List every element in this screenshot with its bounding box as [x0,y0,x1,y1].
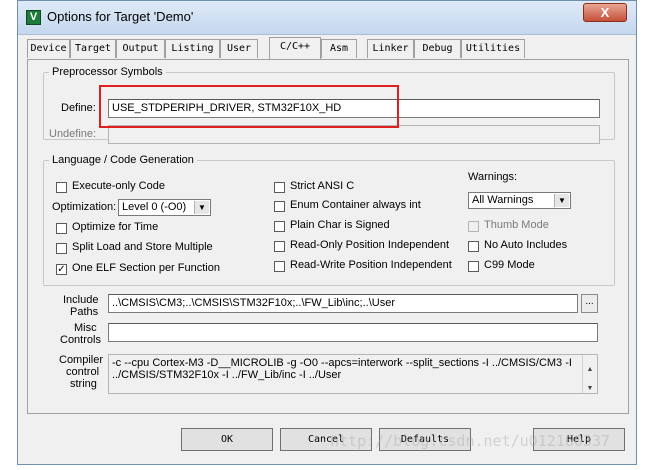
tab-c-cpp[interactable]: C/C++ [269,37,321,59]
tab-user[interactable]: User [220,39,258,58]
title-bar[interactable]: V Options for Target 'Demo' X [18,1,636,35]
options-dialog: V Options for Target 'Demo' X Device Tar… [17,0,637,465]
chevron-down-icon: ▼ [554,194,569,207]
compiler-line-2: ../CMSIS/STM32F10x -I ../FW_Lib/inc -I .… [112,369,342,381]
ro-pi-checkbox[interactable] [274,241,285,252]
compiler-scrollbar[interactable]: ▲ ▼ [582,355,597,393]
cancel-button[interactable]: Cancel [280,428,372,451]
split-load-checkbox[interactable] [56,243,67,254]
define-input[interactable]: USE_STDPERIPH_DRIVER, STM32F10X_HD [108,99,600,118]
tab-linker[interactable]: Linker [367,39,414,58]
misc-label-2: Controls [60,334,101,346]
split-load-label: Split Load and Store Multiple [72,241,213,253]
c99-mode-checkbox[interactable] [468,261,479,272]
warnings-value: All Warnings [472,194,534,206]
optimize-time-label: Optimize for Time [72,221,159,233]
help-button[interactable]: Help [533,428,625,451]
undefine-label: Undefine: [49,128,97,140]
optimization-label: Optimization: [52,201,117,213]
compiler-control-string: -c --cpu Cortex-M3 -D__MICROLIB -g -O0 -… [108,354,598,394]
warnings-label: Warnings: [468,171,518,183]
execute-only-checkbox[interactable] [56,182,67,193]
language-legend: Language / Code Generation [52,154,194,166]
ro-pi-label: Read-Only Position Independent [290,239,449,251]
tab-output[interactable]: Output [116,39,165,58]
close-button[interactable]: X [583,3,627,22]
compiler-label-3: string [70,378,97,390]
plain-char-checkbox[interactable] [274,221,285,232]
plain-char-label: Plain Char is Signed [290,219,390,231]
compiler-line-1: -c --cpu Cortex-M3 -D__MICROLIB -g -O0 -… [112,357,572,369]
one-elf-checkbox[interactable]: ✓ [56,264,67,275]
tab-device[interactable]: Device [27,39,70,58]
include-label-1: Include [63,294,99,306]
no-auto-includes-label: No Auto Includes [484,239,568,251]
tab-asm[interactable]: Asm [321,39,357,58]
optimize-time-checkbox[interactable] [56,223,67,234]
keil-app-icon: V [26,10,41,25]
compiler-label-1: Compiler [59,354,104,366]
warnings-select[interactable]: All Warnings ▼ [468,192,571,209]
thumb-mode-label: Thumb Mode [484,219,549,231]
include-browse-button[interactable]: ... [581,294,598,313]
define-label: Define: [61,102,96,114]
optimization-value: Level 0 (-O0) [122,201,187,213]
c-cpp-panel: Preprocessor Symbols Define: USE_STDPERI… [27,59,629,414]
tab-target[interactable]: Target [70,39,116,58]
c99-mode-label: C99 Mode [484,259,535,271]
preprocessor-legend: Preprocessor Symbols [52,66,163,78]
compiler-label-2: control [66,366,100,378]
scroll-up-icon: ▲ [586,366,594,373]
optimization-select[interactable]: Level 0 (-O0) ▼ [118,199,211,216]
no-auto-includes-checkbox[interactable] [468,241,479,252]
thumb-mode-checkbox[interactable] [468,221,479,232]
strict-ansi-label: Strict ANSI C [290,180,355,192]
strict-ansi-checkbox[interactable] [274,182,285,193]
execute-only-label: Execute-only Code [72,180,165,192]
ok-button[interactable]: OK [181,428,273,451]
rw-pi-label: Read-Write Position Independent [290,259,452,271]
include-label-2: Paths [70,306,99,318]
scroll-down-icon: ▼ [586,385,594,392]
include-paths-input[interactable]: ..\CMSIS\CM3;..\CMSIS\STM32F10x;..\FW_Li… [108,294,578,313]
one-elf-label: One ELF Section per Function [72,262,220,274]
rw-pi-checkbox[interactable] [274,261,285,272]
tab-utilities[interactable]: Utilities [461,39,525,58]
tab-debug[interactable]: Debug [414,39,461,58]
misc-controls-input[interactable] [108,323,598,342]
misc-label-1: Misc [74,322,97,334]
tab-listing[interactable]: Listing [165,39,220,58]
defaults-button[interactable]: Defaults [379,428,471,451]
chevron-down-icon: ▼ [194,201,209,214]
enum-container-label: Enum Container always int [290,199,421,211]
dialog-title: Options for Target 'Demo' [47,9,194,24]
enum-container-checkbox[interactable] [274,201,285,212]
undefine-input[interactable] [108,125,600,144]
